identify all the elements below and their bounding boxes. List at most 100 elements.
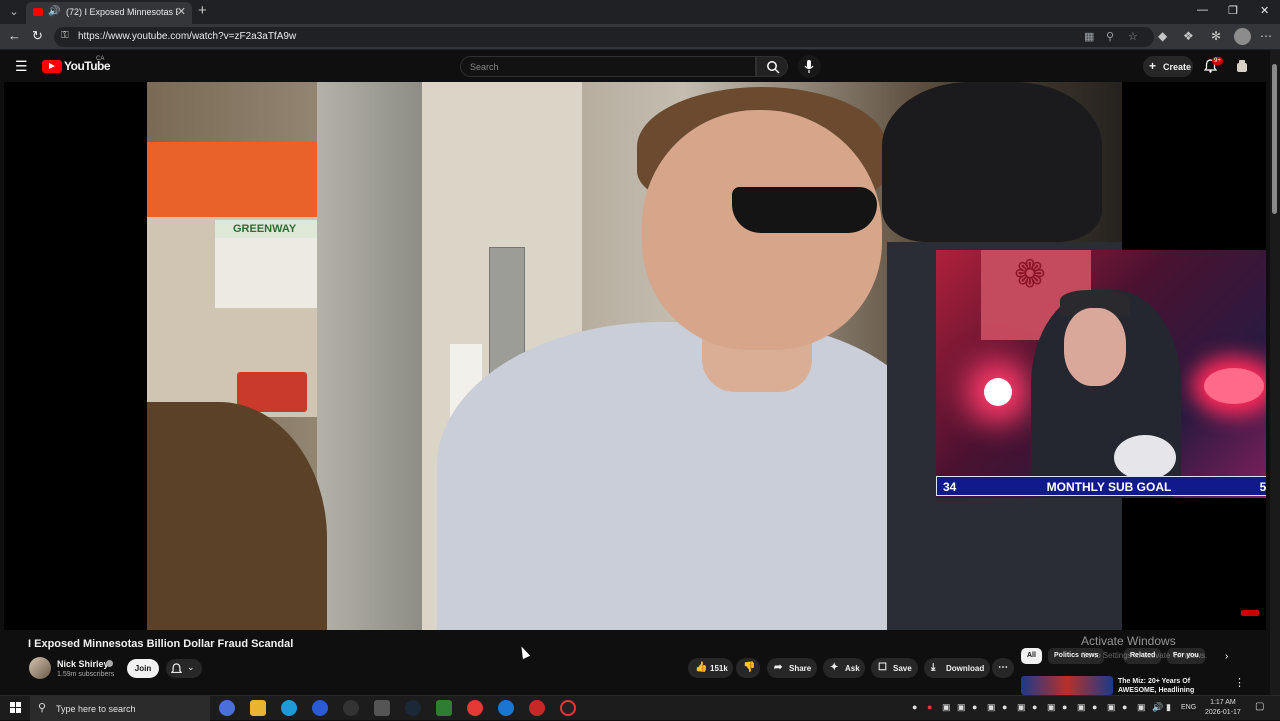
share-button[interactable]: ➦ Share — [767, 658, 817, 678]
app-icon-dark[interactable] — [343, 700, 359, 716]
tray-icon-3[interactable]: ▣ — [942, 702, 951, 713]
copilot-app-icon[interactable] — [219, 700, 235, 716]
browser-menu-icon[interactable]: ⋯ — [1260, 29, 1272, 43]
app-icon-blue[interactable] — [312, 700, 328, 716]
search-button[interactable] — [756, 56, 788, 77]
notification-count-badge: 9+ — [1212, 57, 1223, 65]
tray-icon-10[interactable]: ▣ — [1047, 702, 1056, 713]
window-close-icon[interactable]: ✕ — [1260, 4, 1269, 17]
back-icon[interactable]: ← — [8, 28, 21, 43]
tray-icon-8[interactable]: ▣ — [1017, 702, 1026, 713]
settings-gear-icon[interactable] — [374, 700, 390, 716]
channel-avatar[interactable] — [29, 657, 51, 679]
notification-center-icon[interactable]: ▢ — [1255, 701, 1264, 712]
taskbar-search-input[interactable] — [54, 696, 204, 721]
file-explorer-icon[interactable] — [250, 700, 266, 716]
tray-icon-5[interactable]: ● — [972, 702, 977, 712]
browser-tab-strip: ⌄ 🔊 (72) I Exposed Minnesotas Billion Do… — [0, 0, 1280, 24]
tray-icon-2[interactable]: ● — [927, 702, 932, 712]
search-input[interactable] — [461, 57, 755, 76]
related-title-line-1: The Miz: 20+ Years Of — [1118, 678, 1191, 685]
taskbar-search[interactable]: ⚲ — [30, 696, 210, 721]
join-button[interactable]: Join — [127, 659, 159, 678]
related-more-icon[interactable]: ⋮ — [1234, 676, 1245, 689]
speaker-icon[interactable]: 🔊 — [48, 6, 60, 17]
voice-search-button[interactable] — [798, 55, 821, 78]
download-button[interactable]: ⤓ Download — [924, 658, 990, 678]
more-icon: ⋯ — [998, 662, 1008, 673]
app-icon-green[interactable] — [436, 700, 452, 716]
app-icon-red[interactable] — [529, 700, 545, 716]
extensions-icon[interactable]: ❖ — [1183, 29, 1194, 43]
account-avatar-icon[interactable] — [1235, 59, 1249, 73]
ask-label: Ask — [845, 664, 860, 673]
tray-icon-7[interactable]: ● — [1002, 702, 1007, 712]
ring-light — [1204, 368, 1264, 404]
tray-icon-12[interactable]: ▣ — [1077, 702, 1086, 713]
tray-icon-14[interactable]: ▣ — [1107, 702, 1116, 713]
zoom-icon[interactable]: ⚲ — [1106, 30, 1114, 43]
page-scrollbar[interactable] — [1270, 50, 1280, 695]
network-icon[interactable]: ▣ — [1137, 702, 1146, 713]
youtube-logo-icon[interactable] — [42, 60, 62, 73]
guide-menu-icon[interactable]: ☰ — [15, 58, 28, 75]
tray-icon-9[interactable]: ● — [1032, 702, 1037, 712]
close-tab-icon[interactable]: ✕ — [177, 5, 186, 18]
related-video-thumbnail[interactable] — [1021, 676, 1113, 695]
steam-icon[interactable] — [405, 700, 421, 716]
app-available-icon[interactable]: ▦ — [1084, 30, 1094, 43]
tray-icon-15[interactable]: ● — [1122, 702, 1127, 712]
app-icon-record[interactable] — [560, 700, 576, 716]
chrome-icon[interactable] — [467, 700, 483, 716]
tray-icon-13[interactable]: ● — [1092, 702, 1097, 712]
menu-board — [215, 238, 325, 308]
notification-preference-button[interactable]: ⌄ — [166, 659, 202, 678]
sub-goal-label: MONTHLY SUB GOAL — [1046, 480, 1172, 494]
save-button[interactable]: ☐ Save — [871, 658, 918, 678]
verified-badge-icon — [106, 660, 113, 667]
app-icon-shield[interactable] — [498, 700, 514, 716]
tray-icon-11[interactable]: ● — [1062, 702, 1067, 712]
restore-icon[interactable]: ❐ — [1228, 4, 1238, 17]
chips-next-icon[interactable]: › — [1225, 651, 1228, 662]
channel-name[interactable]: Nick Shirley — [57, 659, 109, 669]
save-label: Save — [893, 664, 912, 673]
url-text[interactable]: https://www.youtube.com/watch?v=zF2a3aTf… — [78, 31, 296, 42]
windows-start-icon[interactable] — [10, 702, 21, 713]
tray-icon-6[interactable]: ▣ — [987, 702, 996, 713]
edge-icon[interactable] — [281, 700, 297, 716]
dislike-button[interactable]: 👎 — [736, 658, 760, 678]
download-icon: ⤓ — [931, 662, 936, 673]
reload-icon[interactable]: ↻ — [32, 28, 43, 44]
address-bar-row: ← ↻ ⚿ https://www.youtube.com/watch?v=zF… — [0, 24, 1280, 50]
browser-tab[interactable]: 🔊 (72) I Exposed Minnesotas Billion Doll… — [26, 2, 192, 24]
copilot-icon[interactable]: ✻ — [1211, 29, 1221, 43]
minimize-icon[interactable]: — — [1197, 4, 1208, 16]
chip-all[interactable]: All — [1021, 648, 1042, 664]
scrollbar-thumb[interactable] — [1272, 64, 1277, 214]
profile-avatar[interactable] — [1234, 28, 1251, 45]
like-button[interactable]: 👍 151k — [688, 658, 733, 678]
site-info-icon[interactable]: ⚿ — [61, 30, 69, 41]
taskbar-clock[interactable]: 1:17 AM 2026-01-17 — [1205, 698, 1241, 718]
tab-search-menu-icon[interactable]: ⌄ — [4, 3, 24, 21]
create-button[interactable]: + Create — [1143, 56, 1193, 77]
more-actions-button[interactable]: ⋯ — [992, 658, 1014, 678]
url-field[interactable]: ⚿ https://www.youtube.com/watch?v=zF2a3a… — [54, 27, 1154, 47]
region-code: CA — [96, 56, 105, 62]
volume-icon[interactable]: 🔊 — [1152, 702, 1163, 713]
language-indicator[interactable]: ENG — [1181, 704, 1196, 711]
like-count: 151k — [710, 664, 728, 673]
tray-icon-1[interactable]: ● — [912, 702, 917, 712]
search-box[interactable] — [460, 56, 756, 77]
extension-icon[interactable]: ◆ — [1158, 29, 1167, 43]
tray-icon-4[interactable]: ▣ — [957, 702, 966, 713]
battery-icon[interactable]: ▮ — [1166, 702, 1171, 713]
favorite-star-icon[interactable]: ☆ — [1128, 30, 1138, 43]
related-video-title[interactable]: The Miz: 20+ Years Of AWESOME, Headlinin… — [1118, 677, 1208, 695]
video-player[interactable]: GREENWAY ❁ 34 MONTHLY SUB GOAL 50 — [4, 82, 1266, 630]
new-tab-icon[interactable]: + — [198, 2, 207, 19]
youtube-favicon-icon — [33, 8, 43, 16]
ask-button[interactable]: ✦ Ask — [823, 658, 865, 678]
sub-goal-bar: 34 MONTHLY SUB GOAL 50 — [936, 476, 1266, 496]
